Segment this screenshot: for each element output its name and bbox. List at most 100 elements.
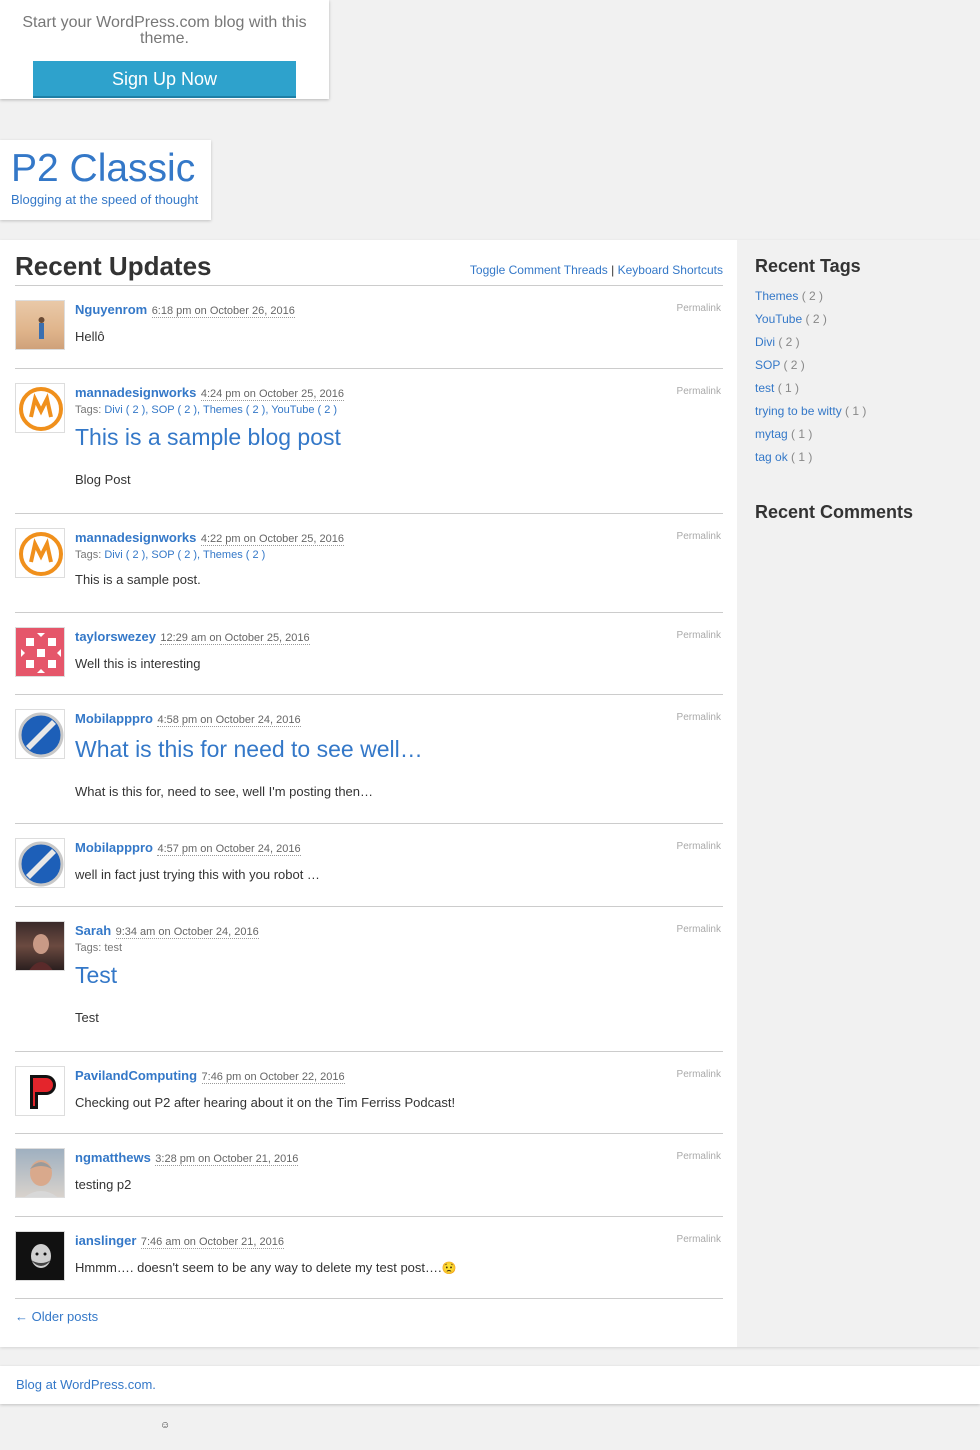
- post-author-link[interactable]: mannadesignworks: [75, 385, 196, 400]
- tag-link[interactable]: Divi: [755, 335, 775, 349]
- post-content: Well this is interesting: [75, 656, 201, 671]
- sign-up-button[interactable]: Sign Up Now: [33, 61, 296, 98]
- post-time[interactable]: 6:18 pm on October 26, 2016: [151, 305, 295, 318]
- tag-link[interactable]: tag ok: [755, 450, 788, 464]
- recent-tags-list: Themes ( 2 ) YouTube ( 2 ) Divi ( 2 ) SO…: [755, 289, 962, 473]
- tag-item: trying to be witty ( 1 ): [755, 404, 867, 418]
- post-time[interactable]: 4:24 pm on October 25, 2016: [200, 388, 344, 401]
- site-header: P2 Classic Blogging at the speed of thou…: [0, 140, 211, 220]
- tag-item: Themes ( 2 ): [755, 289, 824, 303]
- avatar[interactable]: [15, 627, 65, 677]
- keyboard-shortcuts-link[interactable]: Keyboard Shortcuts: [618, 263, 723, 277]
- post-content: What is this for, need to see, well I'm …: [75, 784, 374, 799]
- link-separator: |: [611, 263, 615, 277]
- post-tags: Tags: Divi ( 2 ), SOP ( 2 ), Themes ( 2 …: [75, 549, 266, 561]
- older-posts-link[interactable]: ← Older posts: [15, 1309, 98, 1324]
- tag-link[interactable]: trying to be witty: [755, 404, 842, 418]
- tag-links[interactable]: test: [104, 942, 122, 954]
- permalink-link[interactable]: Permalink: [677, 303, 721, 314]
- wordpress-footer-link[interactable]: Blog at WordPress.com.: [16, 1377, 156, 1392]
- post-time[interactable]: 3:28 pm on October 21, 2016: [155, 1153, 299, 1166]
- permalink-link[interactable]: Permalink: [677, 630, 721, 641]
- post-time[interactable]: 9:34 am on October 24, 2016: [115, 926, 259, 939]
- post-tags: Tags: test: [75, 942, 123, 954]
- permalink-link[interactable]: Permalink: [677, 924, 721, 935]
- avatar[interactable]: [15, 1066, 65, 1116]
- smiley-icon: ☺: [160, 1420, 171, 1431]
- main-header: Recent Updates Toggle Comment Threads | …: [15, 240, 723, 286]
- post-author-link[interactable]: Nguyenrom: [75, 302, 147, 317]
- post-time[interactable]: 7:46 am on October 21, 2016: [140, 1236, 285, 1249]
- post-content: Hmmm…. doesn't seem to be any way to del…: [75, 1260, 457, 1275]
- tag-links[interactable]: Divi ( 2 ), SOP ( 2 ), Themes ( 2 ): [104, 549, 265, 561]
- post-item: Permalink ianslinger 7:46 am on October …: [15, 1217, 723, 1299]
- post-author-link[interactable]: taylorswezey: [75, 629, 156, 644]
- post-item: Permalink Nguyenrom 6:18 pm on October 2…: [15, 286, 723, 369]
- tag-link[interactable]: YouTube: [755, 312, 802, 326]
- worried-face-icon: 😟: [441, 1261, 457, 1275]
- signup-text: Start your WordPress.com blog with this …: [22, 14, 307, 47]
- tag-link[interactable]: mytag: [755, 427, 788, 441]
- post-author-link[interactable]: PavilandComputing: [75, 1068, 197, 1083]
- content-wrapper: Recent Updates Toggle Comment Threads | …: [0, 240, 980, 1347]
- post-content: Checking out P2 after hearing about it o…: [75, 1095, 456, 1110]
- permalink-link[interactable]: Permalink: [677, 712, 721, 723]
- post-title[interactable]: This is a sample blog post: [75, 424, 723, 451]
- post-tags: Tags: Divi ( 2 ), SOP ( 2 ), Themes ( 2 …: [75, 404, 338, 416]
- sidebar: Recent Tags Themes ( 2 ) YouTube ( 2 ) D…: [737, 240, 980, 1347]
- permalink-link[interactable]: Permalink: [677, 531, 721, 542]
- post-author-link[interactable]: Mobilapppro: [75, 711, 153, 726]
- avatar[interactable]: [15, 838, 65, 888]
- post-content: testing p2: [75, 1177, 132, 1192]
- post-item: Permalink mannadesignworks 4:22 pm on Oc…: [15, 514, 723, 613]
- post-time[interactable]: 4:57 pm on October 24, 2016: [157, 843, 301, 856]
- tag-item: Divi ( 2 ): [755, 335, 800, 349]
- tag-link[interactable]: SOP: [755, 358, 780, 372]
- post-content: Hellô: [75, 329, 105, 344]
- post-author-link[interactable]: Mobilapppro: [75, 840, 153, 855]
- post-item: Permalink PavilandComputing 7:46 pm on O…: [15, 1052, 723, 1134]
- tag-item: YouTube ( 2 ): [755, 312, 827, 326]
- tag-links[interactable]: Divi ( 2 ), SOP ( 2 ), Themes ( 2 ), You…: [104, 404, 337, 416]
- tag-link[interactable]: test: [755, 381, 774, 395]
- post-author-link[interactable]: Sarah: [75, 923, 111, 938]
- tag-item: test ( 1 ): [755, 381, 800, 395]
- tag-link[interactable]: Themes: [755, 289, 798, 303]
- post-time[interactable]: 12:29 am on October 25, 2016: [160, 632, 310, 645]
- post-title[interactable]: Test: [75, 962, 723, 989]
- post-content: Blog Post: [75, 472, 131, 487]
- post-time[interactable]: 4:22 pm on October 25, 2016: [200, 533, 344, 546]
- avatar[interactable]: [15, 1148, 65, 1198]
- post-author-link[interactable]: mannadesignworks: [75, 530, 196, 545]
- tag-item: mytag ( 1 ): [755, 427, 813, 441]
- permalink-link[interactable]: Permalink: [677, 841, 721, 852]
- toggle-comment-threads-link[interactable]: Toggle Comment Threads: [470, 263, 608, 277]
- recent-tags-title: Recent Tags: [755, 256, 861, 276]
- avatar[interactable]: [15, 1231, 65, 1281]
- site-footer: Blog at WordPress.com.: [0, 1366, 980, 1404]
- permalink-link[interactable]: Permalink: [677, 1069, 721, 1080]
- page-title: Recent Updates: [15, 251, 212, 281]
- avatar[interactable]: [15, 383, 65, 433]
- permalink-link[interactable]: Permalink: [677, 386, 721, 397]
- post-time[interactable]: 7:46 pm on October 22, 2016: [201, 1071, 345, 1084]
- header-links: Toggle Comment Threads | Keyboard Shortc…: [470, 263, 723, 277]
- permalink-link[interactable]: Permalink: [677, 1151, 721, 1162]
- post-author-link[interactable]: ianslinger: [75, 1233, 136, 1248]
- post-time[interactable]: 4:58 pm on October 24, 2016: [157, 714, 301, 727]
- recent-comments-title: Recent Comments: [755, 502, 914, 522]
- main-column: Recent Updates Toggle Comment Threads | …: [15, 240, 723, 1299]
- post-author-link[interactable]: ngmatthews: [75, 1150, 151, 1165]
- site-description: Blogging at the speed of thought: [11, 192, 199, 207]
- post-content: Test: [75, 1010, 99, 1025]
- post-title[interactable]: What is this for need to see well…: [75, 736, 723, 763]
- avatar[interactable]: [15, 709, 65, 759]
- avatar[interactable]: [15, 300, 65, 350]
- avatar[interactable]: [15, 528, 65, 578]
- post-content: This is a sample post.: [75, 572, 201, 587]
- post-item: Permalink Sarah 9:34 am on October 24, 2…: [15, 907, 723, 1052]
- avatar[interactable]: [15, 921, 65, 971]
- permalink-link[interactable]: Permalink: [677, 1234, 721, 1245]
- post-item: Permalink Mobilapppro 4:57 pm on October…: [15, 824, 723, 907]
- site-title[interactable]: P2 Classic: [11, 148, 200, 190]
